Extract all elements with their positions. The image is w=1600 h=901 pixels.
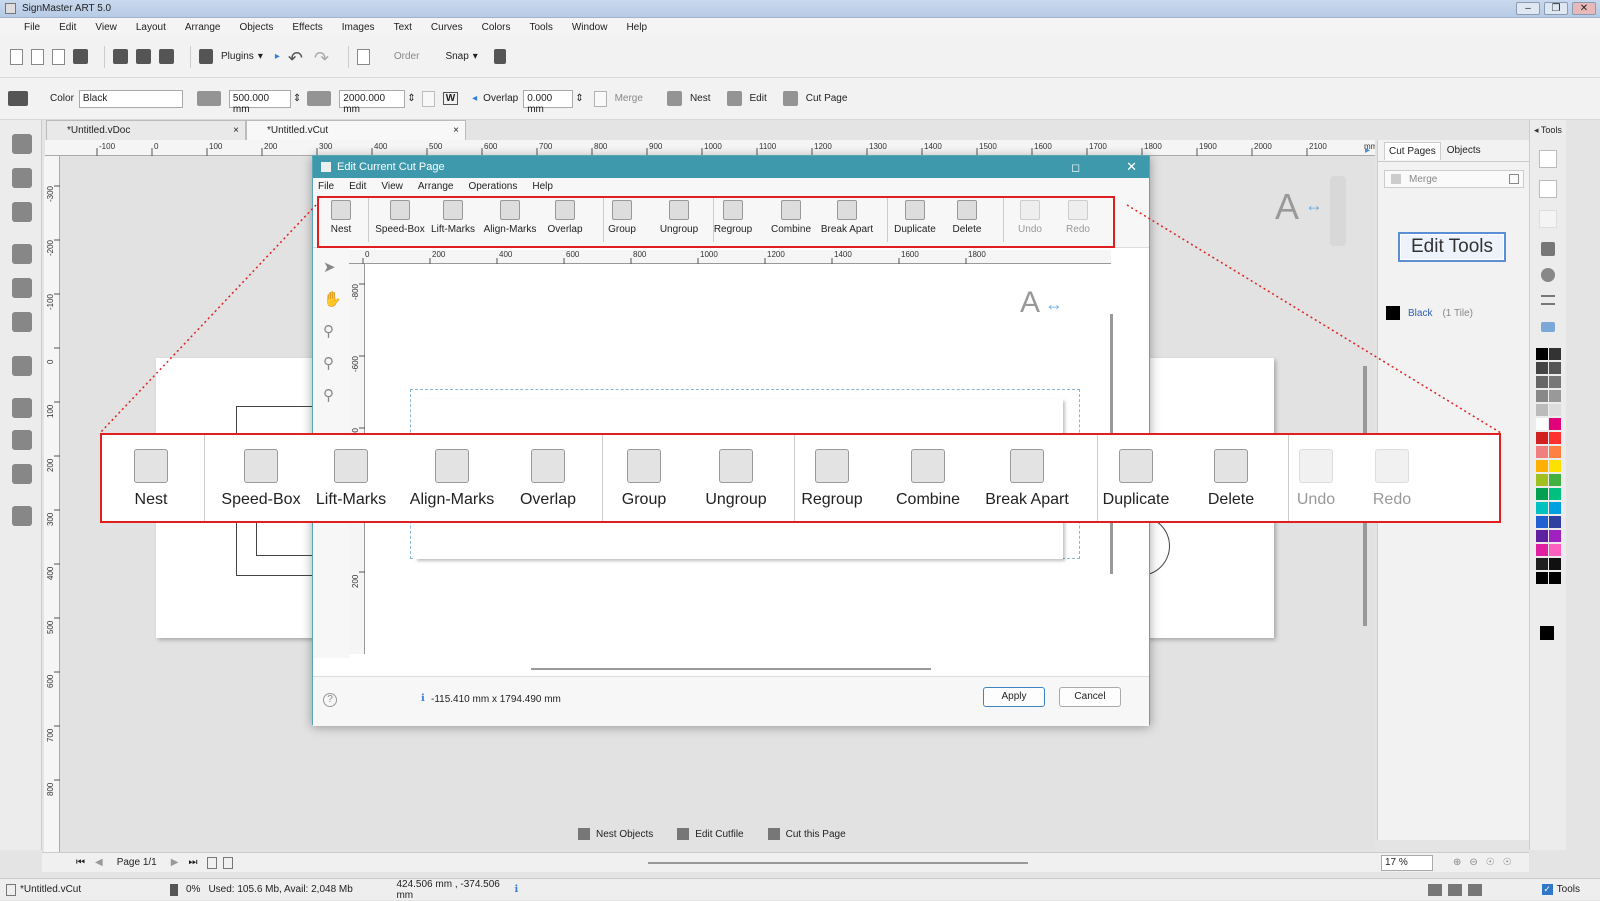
status-memory: Used: 105.6 Mb, Avail: 2,048 Mb bbox=[208, 884, 353, 895]
nest-objects-button[interactable]: Nest Objects bbox=[596, 829, 653, 840]
zoomed-tool-label: Combine bbox=[895, 491, 961, 508]
first-page-icon[interactable]: ⏮ bbox=[76, 857, 85, 868]
nest-icon bbox=[134, 449, 168, 483]
break-apart-icon bbox=[1010, 449, 1044, 483]
zoomed-tool-label: Lift-Marks bbox=[315, 491, 387, 508]
zoomed-delete-button: Delete bbox=[1194, 449, 1268, 509]
status-percent: 0% bbox=[186, 884, 201, 895]
next-page-icon[interactable]: ▶ bbox=[171, 857, 179, 868]
zoomed-ungroup-button: Ungroup bbox=[694, 449, 778, 509]
info-icon: ℹ bbox=[514, 884, 519, 895]
zoomed-tool-label: Delete bbox=[1207, 491, 1255, 508]
zoom-bar: 17 % ⊕ ⊖ ☉ ☉ bbox=[1377, 852, 1529, 872]
cut-this-page-button[interactable]: Cut this Page bbox=[786, 829, 846, 840]
ungroup-icon bbox=[719, 449, 753, 483]
status-file: *Untitled.vCut bbox=[20, 884, 82, 895]
page-indicator: Page 1/1 bbox=[116, 857, 157, 868]
status-bar: *Untitled.vCut 0% Used: 105.6 Mb, Avail:… bbox=[0, 878, 1600, 901]
zoomed-tool-label: Align-Marks bbox=[409, 491, 495, 508]
tools-toggle-label: Tools bbox=[1556, 884, 1580, 895]
zoom-out-icon[interactable]: ⊖ bbox=[1469, 857, 1477, 868]
toolbar-separator bbox=[602, 435, 603, 521]
zoomed-tool-label: Nest bbox=[134, 491, 168, 508]
zoom-page-icon[interactable]: ☉ bbox=[1503, 857, 1512, 868]
combine-icon bbox=[911, 449, 945, 483]
toolbar-separator bbox=[1288, 435, 1289, 521]
toolbar-separator bbox=[794, 435, 795, 521]
zoomed-redo-button: Redo bbox=[1362, 449, 1422, 509]
status-tool-icon[interactable] bbox=[1427, 883, 1442, 896]
zoomed-tool-label: Speed-Box bbox=[221, 491, 301, 508]
zoomed-regroup-button: Regroup bbox=[792, 449, 872, 509]
edit-cutfile-button[interactable]: Edit Cutfile bbox=[695, 829, 743, 840]
page-navigation-bar: ⏮ ◀ Page 1/1 ▶ ⏭ bbox=[42, 852, 1377, 872]
redo-icon bbox=[1375, 449, 1409, 483]
zoomed-speed-box-button: Speed-Box bbox=[218, 449, 304, 509]
canvas-horizontal-scrollbar[interactable] bbox=[648, 862, 1028, 864]
zoomed-undo-button: Undo bbox=[1286, 449, 1346, 509]
bottom-actions: Nest Objects Edit Cutfile Cut this Page bbox=[578, 828, 846, 840]
last-page-icon[interactable]: ⏭ bbox=[188, 857, 197, 868]
zoomed-nest-button: Nest bbox=[116, 449, 186, 509]
toolbar-separator bbox=[1097, 435, 1098, 521]
delete-icon bbox=[1214, 449, 1248, 483]
zoom-fit-icon[interactable]: ☉ bbox=[1486, 857, 1495, 868]
zoomed-tool-label: Group bbox=[621, 491, 667, 508]
zoomed-combine-button: Combine bbox=[888, 449, 968, 509]
zoomed-break-apart-button: Break Apart bbox=[978, 449, 1076, 509]
file-icon bbox=[6, 883, 16, 896]
zoomed-tool-label: Overlap bbox=[519, 491, 577, 508]
zoomed-group-button: Group bbox=[614, 449, 674, 509]
memory-icon bbox=[170, 883, 178, 896]
zoom-in-icon[interactable]: ⊕ bbox=[1453, 857, 1461, 868]
cut-page-icon bbox=[767, 828, 780, 840]
undo-icon bbox=[1299, 449, 1333, 483]
zoomed-overlap-button: Overlap bbox=[508, 449, 588, 509]
lift-marks-icon bbox=[334, 449, 368, 483]
zoomed-tool-label: Duplicate bbox=[1102, 491, 1170, 508]
delete-page-icon[interactable] bbox=[223, 856, 234, 869]
nest-objects-icon bbox=[578, 828, 590, 840]
zoomed-align-marks-button: Align-Marks bbox=[404, 449, 500, 509]
duplicate-icon bbox=[1119, 449, 1153, 483]
toolbar-separator bbox=[204, 435, 205, 521]
zoomed-tool-label: Break Apart bbox=[985, 491, 1069, 508]
regroup-icon bbox=[815, 449, 849, 483]
tools-checkbox[interactable]: ✓ bbox=[1541, 884, 1553, 895]
status-tool-icon[interactable] bbox=[1447, 883, 1462, 896]
prev-page-icon[interactable]: ◀ bbox=[95, 857, 103, 868]
zoomed-tool-label: Undo bbox=[1296, 491, 1336, 508]
zoomed-tool-label: Regroup bbox=[801, 491, 863, 508]
zoom-select[interactable]: 17 % bbox=[1381, 854, 1433, 871]
add-page-icon[interactable] bbox=[207, 856, 218, 869]
edit-cutfile-icon bbox=[677, 828, 690, 840]
zoomed-tool-label: Redo bbox=[1372, 491, 1412, 508]
group-icon bbox=[627, 449, 661, 483]
zoomed-duplicate-button: Duplicate bbox=[1094, 449, 1178, 509]
status-position: 424.506 mm , -374.506 mm bbox=[396, 878, 500, 901]
zoomed-lift-marks-button: Lift-Marks bbox=[310, 449, 392, 509]
speed-box-icon bbox=[244, 449, 278, 483]
zoomed-toolbar-callout: Nest Speed-Box Lift-Marks Align-Marks Overla… bbox=[100, 433, 1501, 523]
overlap-icon bbox=[531, 449, 565, 483]
zoomed-tool-label: Ungroup bbox=[705, 491, 767, 508]
align-marks-icon bbox=[435, 449, 469, 483]
status-tool-icon[interactable] bbox=[1467, 883, 1482, 896]
